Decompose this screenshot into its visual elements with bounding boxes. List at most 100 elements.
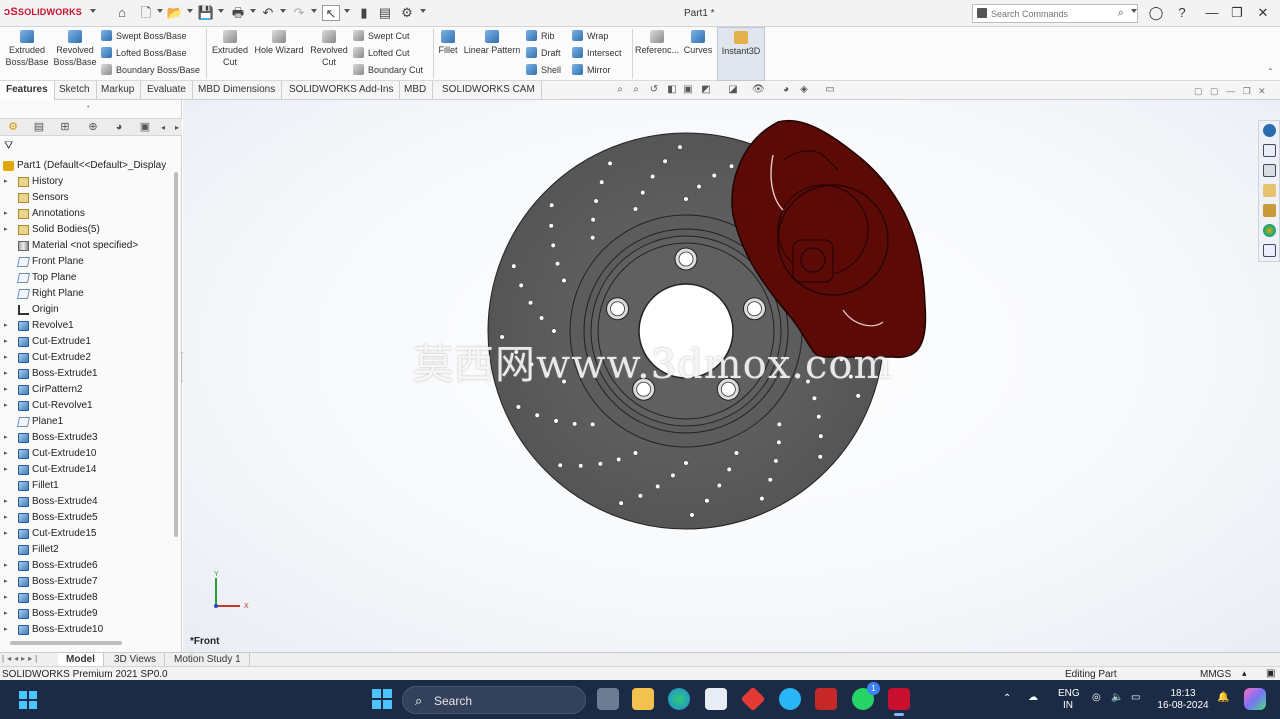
- tree-item-right-plane[interactable]: Right Plane: [0, 286, 172, 302]
- apply-scene-icon[interactable]: ◈: [798, 84, 810, 96]
- revolved-cut-button[interactable]: Revolved Cut: [309, 30, 349, 68]
- tree-item-boss-extrude10[interactable]: ▸ Boss-Extrude10: [0, 622, 172, 638]
- tree-item-cut-extrude10[interactable]: ▸ Cut-Extrude10: [0, 446, 172, 462]
- expand-arrow-icon[interactable]: ▸: [4, 462, 8, 478]
- viewport-tile-icon[interactable]: ▢: [1210, 86, 1219, 96]
- swept-cut-button[interactable]: Swept Cut: [353, 29, 410, 43]
- lofted-cut-button[interactable]: Lofted Cut: [353, 46, 410, 60]
- expand-arrow-icon[interactable]: ▸: [4, 558, 8, 574]
- tree-item-boss-extrude5[interactable]: ▸ Boss-Extrude5: [0, 510, 172, 526]
- tree-item-front-plane[interactable]: Front Plane: [0, 254, 172, 270]
- viewport-split-icon[interactable]: ▢: [1194, 86, 1203, 96]
- view-orientation-icon[interactable]: ◩: [700, 84, 712, 96]
- expand-arrow-icon[interactable]: ▸: [4, 206, 8, 222]
- home-icon[interactable]: ⌂: [113, 5, 131, 21]
- tab-3d-views[interactable]: 3D Views: [106, 653, 166, 667]
- search-commands[interactable]: ⌕: [972, 4, 1138, 23]
- windows-logo-icon[interactable]: [371, 688, 393, 710]
- display-style-icon[interactable]: ◪: [727, 84, 739, 96]
- print-caret-icon[interactable]: [250, 9, 256, 13]
- copilot-icon[interactable]: [1244, 688, 1266, 710]
- expand-arrow-icon[interactable]: ▸: [4, 398, 8, 414]
- mirror-button[interactable]: Mirror: [572, 63, 611, 77]
- tab-solidworks-cam[interactable]: SOLIDWORKS CAM: [436, 81, 542, 100]
- solidworks-resources-icon[interactable]: [1263, 124, 1276, 137]
- tab-mbd-dimensions[interactable]: MBD Dimensions: [192, 81, 283, 100]
- expand-arrow-icon[interactable]: ▸: [4, 174, 8, 190]
- tab-nav-arrows-icon[interactable]: |◂◂▸▸|: [2, 654, 40, 663]
- new-caret-icon[interactable]: [157, 9, 163, 13]
- taskbar-search[interactable]: ⌕ Search: [402, 686, 586, 714]
- expand-arrow-icon[interactable]: ▸: [4, 318, 8, 334]
- file-explorer-icon[interactable]: [1263, 184, 1276, 197]
- expand-arrow-icon[interactable]: ▸: [4, 494, 8, 510]
- lofted-boss-button[interactable]: Lofted Boss/Base: [101, 46, 187, 60]
- panel-grip-icon[interactable]: •: [87, 104, 89, 111]
- intersect-button[interactable]: Intersect: [572, 46, 622, 60]
- expand-arrow-icon[interactable]: ▸: [4, 366, 8, 382]
- design-library-icon[interactable]: [1263, 164, 1276, 177]
- rib-button[interactable]: Rib: [526, 29, 555, 43]
- tab-markup[interactable]: Markup: [95, 81, 142, 100]
- graphics-area[interactable]: 莫西网www.3dmox.com Y X *Front: [183, 100, 1280, 652]
- select-icon[interactable]: ↖: [322, 5, 340, 21]
- ribbon-collapse-icon[interactable]: ⌃: [1267, 67, 1274, 76]
- zoom-to-area-icon[interactable]: ⌕: [630, 84, 642, 96]
- boundary-cut-button[interactable]: Boundary Cut: [353, 63, 423, 77]
- viewport-close-icon[interactable]: ✕: [1258, 86, 1266, 96]
- tree-item-revolve1[interactable]: ▸ Revolve1: [0, 318, 172, 334]
- tree-item-cut-extrude15[interactable]: ▸ Cut-Extrude15: [0, 526, 172, 542]
- filter-icon[interactable]: ⛛: [4, 140, 13, 153]
- file-explorer-icon[interactable]: [632, 688, 654, 710]
- instant3d-button[interactable]: Instant3D: [717, 27, 765, 81]
- menu-caret-icon[interactable]: [90, 9, 96, 13]
- tab-motion-study[interactable]: Motion Study 1: [166, 653, 250, 667]
- tree-item-history[interactable]: ▸ History: [0, 174, 172, 190]
- expand-arrow-icon[interactable]: ▸: [4, 622, 8, 638]
- tree-item-plane1[interactable]: Plane1: [0, 414, 172, 430]
- revolved-boss-button[interactable]: Revolved Boss/Base: [52, 30, 98, 68]
- linear-pattern-button[interactable]: Linear Pattern: [463, 30, 521, 56]
- expand-arrow-icon[interactable]: ▸: [4, 590, 8, 606]
- expand-arrow-icon[interactable]: ▸: [4, 446, 8, 462]
- user-account-icon[interactable]: ◯: [1144, 4, 1168, 22]
- redo-icon[interactable]: ↷: [290, 5, 308, 21]
- hide-show-items-icon[interactable]: 👁: [752, 84, 765, 96]
- tree-item-boss-extrude6[interactable]: ▸ Boss-Extrude6: [0, 558, 172, 574]
- language-indicator[interactable]: ENG IN: [1058, 688, 1080, 712]
- hole-wizard-button[interactable]: Hole Wizard: [253, 30, 305, 56]
- task-view-icon[interactable]: [597, 688, 619, 710]
- expand-arrow-icon[interactable]: ▸: [4, 606, 8, 622]
- tree-item-origin[interactable]: Origin: [0, 302, 172, 318]
- reference-geometry-button[interactable]: Referenc...: [635, 30, 679, 56]
- edit-appearance-icon[interactable]: ◕: [780, 84, 792, 96]
- tree-root-part[interactable]: Part1 (Default<<Default>_Display: [0, 158, 172, 174]
- expand-arrow-icon[interactable]: ▸: [4, 526, 8, 542]
- tree-item-cut-revolve1[interactable]: ▸ Cut-Revolve1: [0, 398, 172, 414]
- edge-browser-icon[interactable]: [668, 688, 690, 710]
- open-icon[interactable]: 📂: [166, 5, 184, 21]
- clock[interactable]: 18:13 16-08-2024: [1155, 688, 1211, 712]
- property-manager-tab-icon[interactable]: ▤: [30, 120, 48, 135]
- tree-item-sensors[interactable]: Sensors: [0, 190, 172, 206]
- expand-arrow-icon[interactable]: ▸: [4, 574, 8, 590]
- boundary-boss-button[interactable]: Boundary Boss/Base: [101, 63, 200, 77]
- tree-item-cut-extrude14[interactable]: ▸ Cut-Extrude14: [0, 462, 172, 478]
- volume-icon[interactable]: 🔈: [1111, 692, 1123, 704]
- notifications-bell-icon[interactable]: 🔔: [1217, 692, 1229, 704]
- draft-button[interactable]: Draft: [526, 46, 561, 60]
- view-palette-icon[interactable]: [1263, 204, 1276, 217]
- tree-item-boss-extrude9[interactable]: ▸ Boss-Extrude9: [0, 606, 172, 622]
- select-caret-icon[interactable]: [344, 9, 350, 13]
- wrap-button[interactable]: Wrap: [572, 29, 608, 43]
- extruded-boss-button[interactable]: Extruded Boss/Base: [4, 30, 50, 68]
- show-hidden-icons-icon[interactable]: ⌃: [1003, 693, 1011, 705]
- curves-button[interactable]: Curves: [681, 30, 715, 56]
- tree-item-fillet2[interactable]: Fillet2: [0, 542, 172, 558]
- redo-caret-icon[interactable]: [311, 9, 317, 13]
- shell-button[interactable]: Shell: [526, 63, 561, 77]
- expand-arrow-icon[interactable]: ▸: [4, 334, 8, 350]
- whatsapp-icon[interactable]: 1: [852, 682, 880, 710]
- expand-arrow-icon[interactable]: ▸: [4, 382, 8, 398]
- tree-item-boss-extrude4[interactable]: ▸ Boss-Extrude4: [0, 494, 172, 510]
